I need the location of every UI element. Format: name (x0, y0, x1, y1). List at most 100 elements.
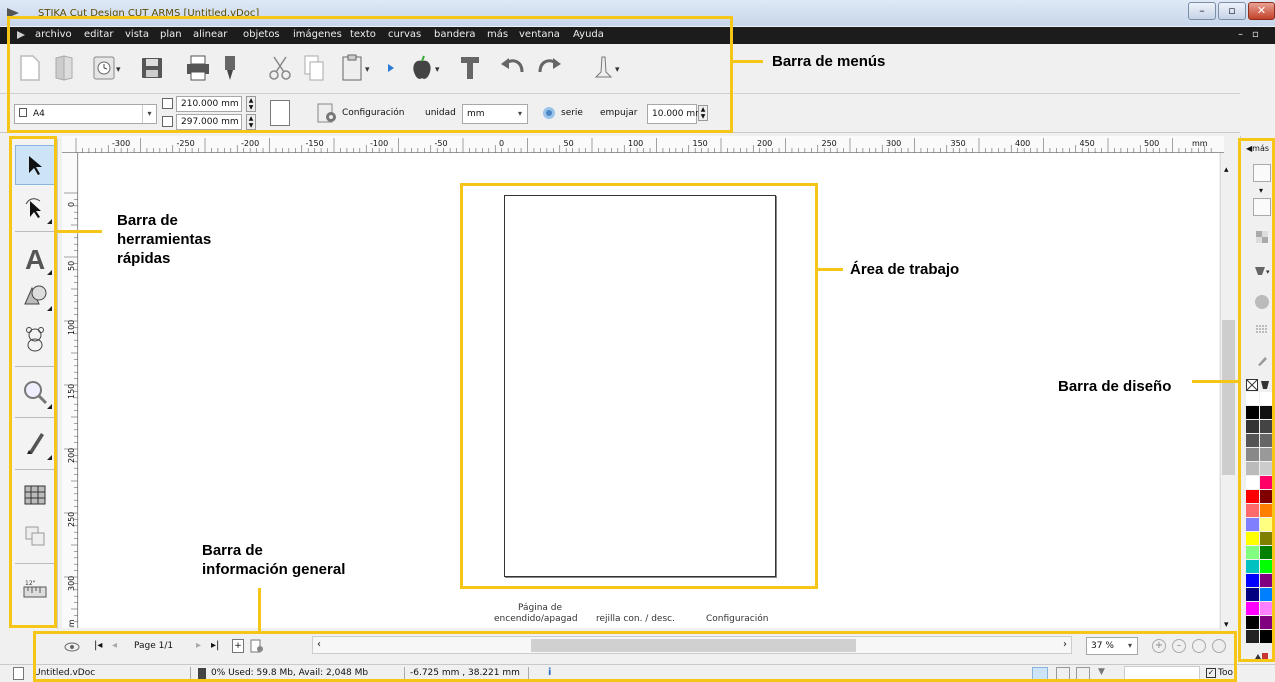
text-a-icon[interactable]: A (15, 238, 55, 278)
orientation-portrait-icon[interactable] (270, 100, 290, 126)
nudge-input[interactable]: 10.000 mm (647, 104, 704, 124)
circle-style-icon[interactable] (1255, 295, 1269, 309)
chevron-down-icon[interactable]: ▾ (142, 105, 156, 123)
width-spinner[interactable]: ▲ ▼ (246, 96, 256, 112)
next-page-button[interactable]: ▸ (196, 640, 201, 651)
paste-icon[interactable]: ▾ (340, 52, 372, 84)
chevron-down-icon[interactable]: ▾ (513, 105, 527, 123)
hscroll-thumb[interactable] (531, 639, 856, 652)
zoom-out-icon[interactable]: – (1172, 639, 1186, 653)
line-style-icon[interactable] (1255, 323, 1269, 335)
document-page[interactable] (504, 195, 776, 577)
scroll-left-icon[interactable]: ‹ (317, 639, 321, 650)
color-swatch[interactable] (1260, 448, 1273, 461)
shapes-icon[interactable] (15, 274, 55, 314)
expand-arrow-icon[interactable] (384, 52, 398, 84)
copy-icon[interactable] (298, 52, 330, 84)
color-swatch[interactable] (1246, 560, 1259, 573)
color-swatch[interactable] (1260, 476, 1273, 489)
tools-checkbox[interactable]: ✓ (1206, 668, 1216, 678)
prev-page-button[interactable]: ◂ (112, 640, 117, 651)
import-clock-icon[interactable]: ▾ (90, 52, 122, 84)
new-doc-icon[interactable] (14, 52, 46, 84)
chevron-down-icon[interactable]: ▾ (1123, 638, 1137, 654)
no-color-icon[interactable] (1245, 378, 1259, 392)
color-swatch[interactable] (1246, 406, 1259, 419)
color-swatch[interactable] (1246, 532, 1259, 545)
color-swatch[interactable] (1246, 630, 1259, 643)
color-swatch[interactable] (1246, 588, 1259, 601)
color-swatch[interactable] (1260, 392, 1273, 405)
color-swatch[interactable] (1260, 420, 1273, 433)
pattern-fill-icon[interactable] (15, 475, 55, 515)
color-swatch[interactable] (1260, 630, 1273, 643)
color-swatch[interactable] (1260, 504, 1273, 517)
measure-ruler-icon[interactable]: 12" (15, 571, 55, 611)
menu-ventana[interactable]: ventana (519, 29, 560, 40)
page-toggle-button[interactable]: encendido/apagad (494, 614, 578, 624)
zoom-select[interactable]: 37 % ▾ (1086, 637, 1138, 655)
stroke-box-icon[interactable] (1253, 198, 1271, 216)
snap-guide-icon[interactable] (1076, 667, 1090, 681)
add-page-icon[interactable]: + (232, 639, 244, 653)
color-swatch[interactable] (1246, 518, 1259, 531)
pen-draw-icon[interactable] (15, 423, 55, 463)
color-swatch[interactable] (1246, 434, 1259, 447)
funnel-icon[interactable]: ▼ (1098, 667, 1105, 677)
redo-icon[interactable] (534, 52, 566, 84)
unit-select[interactable]: mm ▾ (462, 104, 528, 124)
menu-ayuda[interactable]: Ayuda (573, 29, 604, 40)
color-swatch[interactable] (1246, 476, 1259, 489)
color-swatch[interactable] (1246, 546, 1259, 559)
last-page-button[interactable]: ▸| (211, 640, 219, 651)
page-options-icon[interactable] (250, 639, 264, 653)
undo-icon[interactable] (496, 52, 528, 84)
zoom-fit-icon[interactable] (1192, 639, 1206, 653)
width-input[interactable]: 210.000 mm (176, 96, 242, 112)
menu-mas[interactable]: más (487, 29, 508, 40)
zoom-in-icon[interactable]: + (1152, 639, 1166, 653)
menu-imagenes[interactable]: imágenes (293, 29, 342, 40)
menu-vista[interactable]: vista (125, 29, 149, 40)
swap-arrow-icon[interactable]: ▾ (1259, 186, 1263, 195)
color-swatch[interactable] (1246, 504, 1259, 517)
scroll-right-icon[interactable]: › (1063, 639, 1067, 650)
color-swatch[interactable] (1260, 574, 1273, 587)
horizontal-scrollbar[interactable]: ‹ › (312, 636, 1072, 654)
color-swatch[interactable] (1246, 462, 1259, 475)
color-swatch[interactable] (1260, 490, 1273, 503)
scroll-up-icon[interactable]: ▴ (1224, 165, 1229, 175)
weld-shapes-icon[interactable] (15, 516, 55, 556)
grid-toggle-button[interactable]: rejilla con. / desc. (596, 614, 675, 624)
color-swatch[interactable] (1246, 574, 1259, 587)
cut-scissors-icon[interactable] (264, 52, 296, 84)
color-swatch[interactable] (1260, 406, 1273, 419)
text-tool-icon[interactable] (454, 52, 486, 84)
minimize-button[interactable]: – (1188, 2, 1216, 20)
eyedropper-icon[interactable] (1255, 353, 1269, 367)
menu-texto[interactable]: texto (350, 29, 376, 40)
eye-view-icon[interactable] (64, 640, 80, 654)
menu-alinear[interactable]: alinear (193, 29, 227, 40)
settings-gear-icon[interactable] (316, 102, 338, 124)
save-icon[interactable] (136, 52, 168, 84)
fill-box-icon[interactable] (1253, 164, 1271, 182)
more-button[interactable]: ◀más (1246, 144, 1269, 153)
color-swatch[interactable] (1246, 602, 1259, 615)
color-swatch[interactable] (1246, 616, 1259, 629)
color-swatch[interactable] (1260, 462, 1273, 475)
color-swatch[interactable] (1260, 434, 1273, 447)
height-input[interactable]: 297.000 mm (176, 114, 242, 130)
color-swatch[interactable] (1246, 490, 1259, 503)
color-swatch[interactable] (1260, 616, 1273, 629)
bell-cut-icon[interactable]: ▾ (588, 52, 626, 84)
apple-fill-icon[interactable]: ▾ (408, 52, 446, 84)
transparency-icon[interactable] (1255, 230, 1269, 244)
grid-config-button[interactable]: Configuración (706, 614, 768, 624)
scroll-down-icon[interactable]: ▾ (1224, 620, 1229, 630)
color-swatch[interactable] (1246, 420, 1259, 433)
mdi-restore-button[interactable]: ▫ (1252, 29, 1259, 40)
color-swatch[interactable] (1260, 602, 1273, 615)
snap-grid-icon[interactable] (1056, 667, 1070, 681)
mdi-minimize-button[interactable]: – (1238, 29, 1243, 40)
